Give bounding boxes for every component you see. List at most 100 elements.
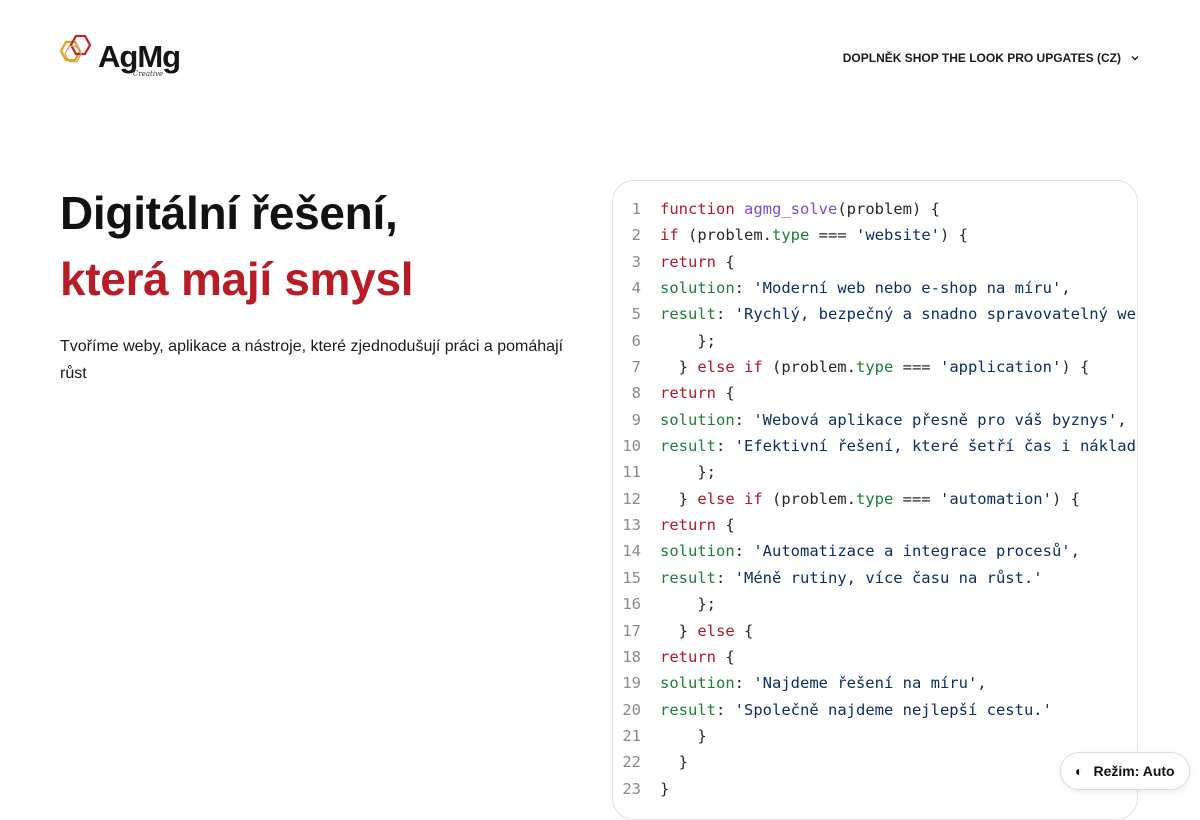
code-line: 14 solution: 'Automatizace a integrace pr… [613, 538, 1137, 564]
code-text: solution: 'Najdeme řešení na míru', [660, 670, 987, 696]
code-line: 15 result: 'Méně rutiny, více času na růs… [613, 565, 1137, 591]
code-token: else [697, 621, 735, 640]
code-token: === [893, 489, 940, 508]
nav-menu-shop-the-look[interactable]: DOPLNĚK SHOP THE LOOK PRO UPGATES (CZ) [843, 51, 1140, 65]
code-token: === [893, 358, 940, 377]
code-line: 11 }; [613, 459, 1137, 485]
line-number: 4 [631, 279, 641, 298]
nav-menu-label: DOPLNĚK SHOP THE LOOK PRO UPGATES (CZ) [842, 51, 1121, 65]
code-token: agmg_solve [744, 200, 838, 218]
line-number: 21 [622, 726, 641, 745]
code-token: ) { [940, 226, 968, 245]
code-token: 'automation' [939, 489, 1052, 508]
code-token: return [660, 252, 716, 271]
code-line: 2 if (problem.type === 'website') { [613, 222, 1137, 248]
logo-subtext: Creative [133, 70, 164, 78]
code-line: 18 return { [613, 644, 1137, 670]
code-token: ) { [1061, 358, 1090, 377]
code-line: 1 function agmg_solve(problem) { [613, 196, 1137, 222]
code-line: 13 return { [613, 512, 1137, 538]
code-text: result: 'Méně rutiny, více času na růst.… [660, 565, 1043, 591]
code-line: 10 result: 'Efektivní řešení, které šetří… [613, 433, 1137, 459]
code-token: : [734, 279, 754, 298]
hero-title-line1: Digitální řešení, [60, 187, 398, 239]
line-number: 20 [622, 700, 641, 719]
code-line: 17 } else { [613, 618, 1137, 644]
code-token: 'Moderní web nebo e-shop na míru' [753, 279, 1062, 298]
code-text: } else if (problem.type === 'automation'… [660, 486, 1080, 512]
code-token: , [1061, 279, 1071, 298]
code-token: : [734, 674, 754, 693]
line-number: 7 [631, 358, 641, 377]
code-token: : [734, 410, 754, 429]
code-token: { [716, 252, 735, 271]
hero-title-line2: která mají smysl [60, 253, 414, 305]
code-token: solution [660, 410, 735, 429]
code-text: } [660, 749, 688, 775]
code-text: return { [660, 249, 735, 275]
code-text: } [660, 723, 707, 749]
line-number: 11 [622, 463, 641, 482]
code-token: ) { [1051, 489, 1080, 508]
code-token: solution [660, 674, 735, 693]
code-line: 12 } else if (problem.type === 'automati… [613, 486, 1137, 512]
code-text: solution: 'Webová aplikace přesně pro vá… [660, 407, 1127, 433]
code-token: 'website' [856, 226, 940, 245]
code-text: } [660, 776, 669, 802]
code-snippet-card: 1 function agmg_solve(problem) {2 if (prob… [612, 180, 1138, 820]
code-text: function agmg_solve(problem) { [660, 196, 940, 222]
line-number: 23 [622, 779, 641, 798]
code-token: (problem. [762, 358, 856, 377]
code-text: if (problem.type === 'website') { [660, 222, 968, 248]
code-text: result: 'Efektivní řešení, které šetří č… [660, 433, 1138, 459]
code-token: type [855, 489, 894, 508]
theme-mode-label: Režim: Auto [1093, 763, 1175, 779]
code-lines: 1 function agmg_solve(problem) {2 if (prob… [613, 196, 1137, 802]
code-text: return { [660, 644, 735, 670]
logo[interactable]: AgMg Creative [60, 33, 181, 81]
code-token: } [660, 489, 698, 508]
code-line: 8 return { [613, 380, 1137, 406]
code-token: else if [697, 489, 763, 508]
code-line: 19 solution: 'Najdeme řešení na míru', [613, 670, 1137, 696]
chevron-down-icon [1131, 56, 1139, 61]
half-circle-icon: ◐ [1075, 763, 1084, 779]
hero-lead-text: Tvoříme weby, aplikace a nástroje, které… [60, 338, 564, 382]
code-token: if [660, 226, 679, 245]
theme-mode-toggle[interactable]: ◐ Režim: Auto [1060, 752, 1190, 790]
code-token: }; [660, 595, 716, 614]
code-token: (problem. [762, 489, 856, 508]
line-number: 16 [622, 595, 641, 614]
code-token: return [660, 647, 716, 666]
code-token: function [660, 200, 744, 218]
code-line: 7 } else if (problem.type === 'applicati… [613, 354, 1137, 380]
code-token: 'Efektivní řešení, které šetří čas i nák… [734, 437, 1138, 456]
code-token: solution [660, 542, 735, 561]
code-token: }; [660, 463, 716, 482]
code-text: }; [660, 459, 716, 485]
code-token: : [734, 542, 754, 561]
code-token: else if [697, 358, 763, 377]
code-token: } [660, 726, 707, 745]
code-line: 23} [613, 776, 1137, 802]
code-line: 4 solution: 'Moderní web nebo e-shop na m… [613, 275, 1137, 301]
line-number: 5 [631, 305, 641, 324]
code-token: , [1070, 542, 1080, 561]
code-line: 20 result: 'Společně najdeme nejlepší ces… [613, 697, 1137, 723]
code-line: 16 }; [613, 591, 1137, 617]
code-token: === [809, 226, 856, 245]
code-token: 'Společně najdeme nejlepší cestu.' [734, 700, 1052, 719]
code-token: type [855, 358, 894, 377]
code-token: 'Rychlý, bezpečný a snadno spravovatelný… [734, 305, 1138, 324]
code-token: } [660, 621, 698, 640]
line-number: 13 [622, 516, 641, 535]
code-text: return { [660, 380, 735, 406]
code-token: 'Webová aplikace přesně pro váš byznys' [753, 410, 1118, 429]
line-number: 17 [622, 621, 641, 640]
code-line: 22 } [613, 749, 1137, 775]
code-token: } [660, 779, 670, 798]
line-number: 3 [631, 252, 641, 271]
line-number: 10 [622, 437, 641, 456]
code-token: : [716, 700, 735, 719]
code-token: } [660, 753, 688, 772]
